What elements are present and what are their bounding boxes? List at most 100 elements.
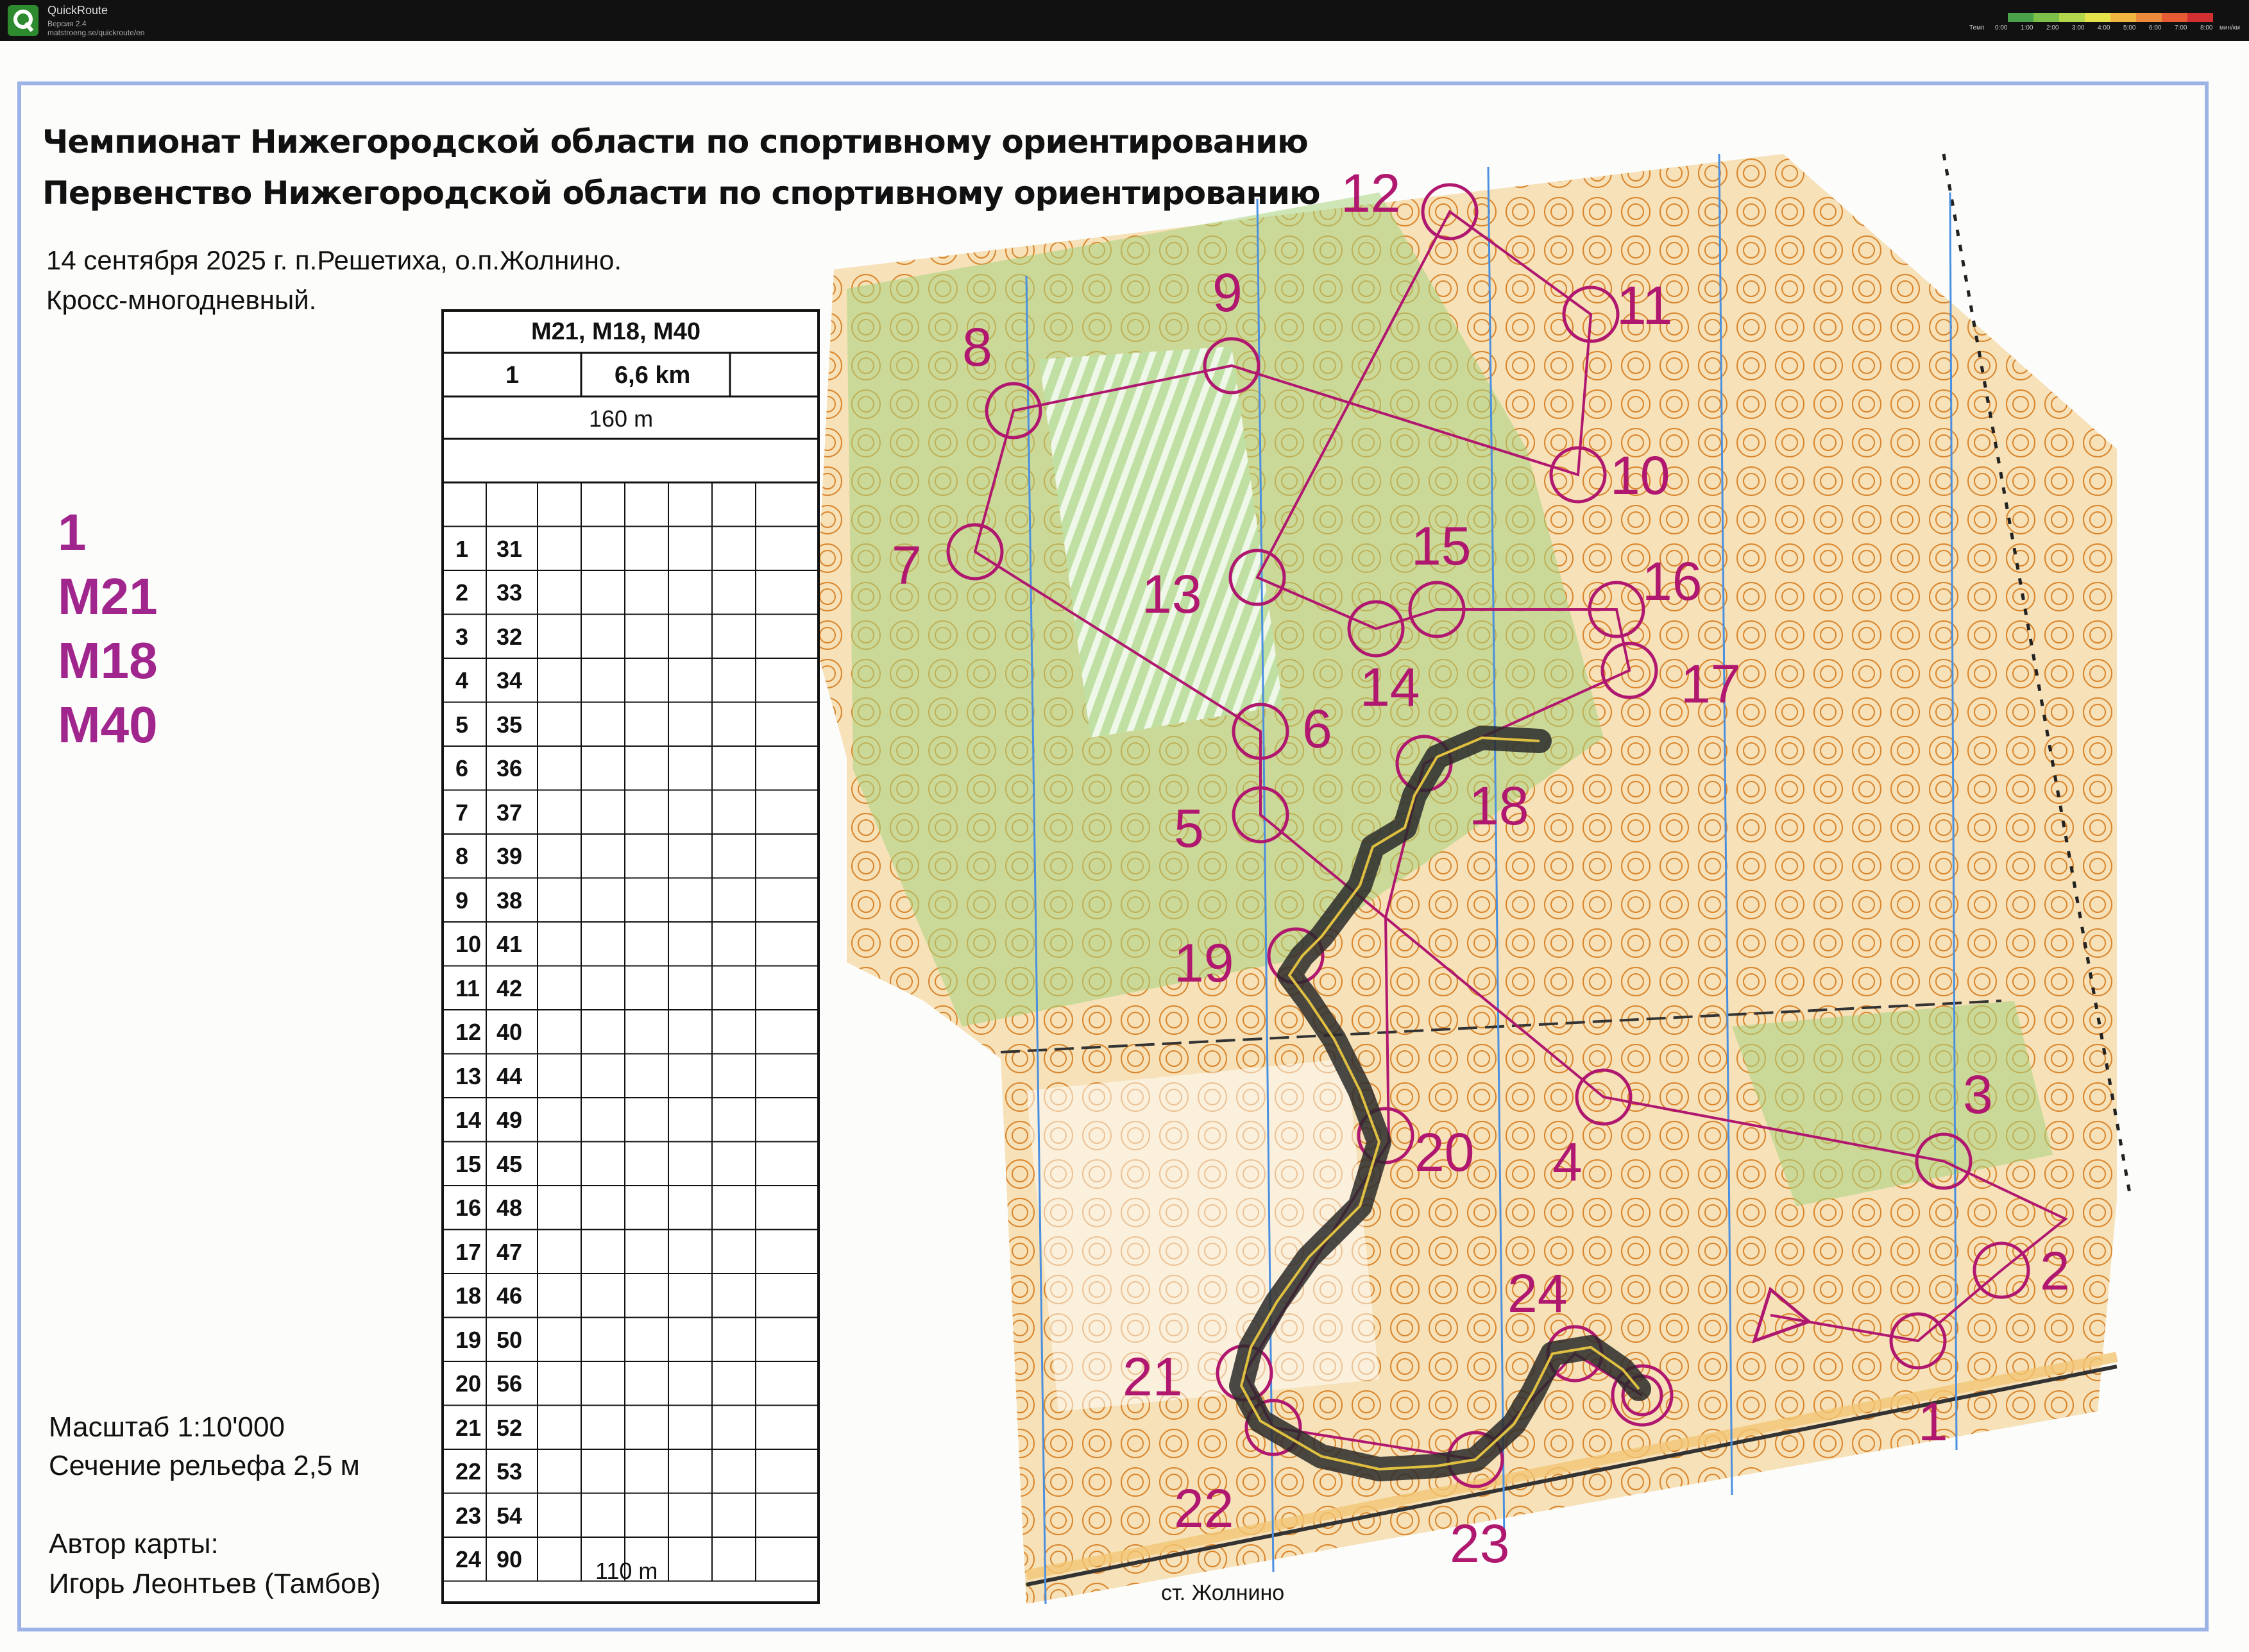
contour-interval: Сечение рельефа 2,5 м — [49, 1450, 360, 1481]
course-class: M21 — [58, 568, 158, 625]
control-code: 46 — [496, 1282, 523, 1309]
control-code: 52 — [496, 1414, 523, 1441]
control-seq-number: 14 — [455, 1107, 482, 1133]
control-number-21: 21 — [1123, 1347, 1182, 1407]
control-number-4: 4 — [1552, 1132, 1583, 1192]
control-seq-number: 9 — [455, 887, 469, 914]
pace-label: Темп — [1969, 24, 1985, 31]
quickroute-q-icon — [8, 5, 38, 36]
title-line-1: Чемпионат Нижегородской области по спорт… — [42, 123, 1309, 160]
control-code: 40 — [496, 1019, 523, 1045]
control-description-table: M21, M18, M40 1 6,6 km 160 m 110 m 1 31 2 3… — [441, 309, 820, 1604]
control-seq-number: 13 — [455, 1062, 482, 1089]
control-code: 45 — [496, 1150, 523, 1177]
control-number-23: 23 — [1450, 1513, 1509, 1574]
description-course-length: 6,6 km — [615, 362, 691, 389]
control-seq-number: 20 — [455, 1370, 482, 1397]
control-seq-number: 2 — [455, 579, 469, 606]
control-number-2: 2 — [2040, 1241, 2070, 1301]
control-code: 48 — [496, 1195, 523, 1221]
control-code: 56 — [496, 1370, 523, 1397]
pace-tick: 6:00 — [2149, 24, 2162, 31]
pace-tick: 2:00 — [2046, 24, 2059, 31]
app-header: QuickRoute Версия 2.4 matstroeng.se/quic… — [0, 0, 2249, 41]
control-code: 36 — [496, 755, 523, 781]
control-code: 53 — [496, 1458, 523, 1485]
author-name: Игорь Леонтьев (Тамбов) — [49, 1568, 381, 1599]
control-code: 38 — [496, 887, 523, 914]
start-distance: 160 m — [589, 405, 654, 432]
control-number-20: 20 — [1414, 1122, 1474, 1182]
control-number-16: 16 — [1642, 551, 1702, 611]
control-number-13: 13 — [1142, 564, 1201, 624]
title-line-2: Первенство Нижегородской области по спор… — [42, 175, 1321, 212]
control-number-18: 18 — [1469, 776, 1529, 836]
control-code: 44 — [496, 1062, 523, 1089]
control-code: 31 — [496, 535, 523, 562]
control-number-10: 10 — [1610, 445, 1670, 506]
pace-tick: 7:00 — [2175, 24, 2187, 31]
control-seq-number: 6 — [455, 755, 469, 781]
control-seq-number: 8 — [455, 843, 469, 869]
control-number-24: 24 — [1507, 1263, 1567, 1324]
pace-tick: 8:00 — [2200, 24, 2213, 31]
control-number-14: 14 — [1360, 657, 1420, 717]
pace-tick: 5:00 — [2123, 24, 2136, 31]
app-url: matstroeng.se/quickroute/en — [47, 28, 145, 37]
control-seq-number: 24 — [455, 1546, 482, 1572]
control-number-15: 15 — [1411, 516, 1471, 576]
pace-tick: 0:00 — [1995, 24, 2008, 31]
pace-tick: 1:00 — [2021, 24, 2033, 31]
control-seq-number: 7 — [455, 799, 469, 826]
control-number-6: 6 — [1302, 699, 1332, 759]
app-version: Версия 2.4 — [47, 19, 87, 28]
control-code: 37 — [496, 799, 523, 826]
control-number-19: 19 — [1174, 933, 1234, 993]
control-seq-number: 18 — [455, 1282, 482, 1309]
control-seq-number: 4 — [455, 667, 469, 694]
control-number-9: 9 — [1212, 262, 1243, 323]
course-class: M40 — [58, 696, 158, 753]
control-code: 35 — [496, 711, 523, 738]
control-seq-number: 23 — [455, 1502, 482, 1529]
control-seq-number: 17 — [455, 1238, 482, 1265]
app-title: QuickRoute — [47, 4, 108, 17]
event-date-line: 14 сентября 2025 г. п.Решетиха, о.п.Жолн… — [46, 245, 622, 275]
course-class: M18 — [58, 632, 158, 689]
control-number-22: 22 — [1174, 1478, 1234, 1538]
control-code: 39 — [496, 843, 523, 869]
course-number: 1 — [58, 504, 87, 561]
pace-tick: 4:00 — [2098, 24, 2110, 31]
control-number-8: 8 — [962, 317, 992, 377]
control-code: 41 — [496, 931, 523, 957]
control-code: 33 — [496, 579, 523, 606]
control-number-1: 1 — [1918, 1392, 1948, 1452]
control-number-11: 11 — [1617, 275, 1672, 336]
control-number-3: 3 — [1963, 1064, 1993, 1125]
control-seq-number: 12 — [455, 1019, 482, 1045]
control-code: 47 — [496, 1238, 523, 1265]
control-number-12: 12 — [1341, 163, 1400, 223]
control-seq-number: 15 — [455, 1150, 482, 1177]
control-seq-number: 5 — [455, 711, 469, 738]
control-code: 50 — [496, 1326, 523, 1353]
control-code: 49 — [496, 1107, 523, 1133]
control-seq-number: 1 — [455, 535, 469, 562]
author-label: Автор карты: — [49, 1528, 219, 1560]
map-canvas[interactable]: 1 2 3 4 5 6 7 8 9 10 11 12 13 14 15 16 1… — [0, 41, 2249, 1652]
event-format-line: Кросс-многодневный. — [46, 285, 317, 315]
pace-tick: мин/км — [2219, 24, 2241, 31]
description-course-number: 1 — [505, 362, 520, 389]
control-seq-number: 3 — [455, 623, 469, 650]
control-code: 90 — [496, 1546, 523, 1572]
control-seq-number: 19 — [455, 1326, 482, 1353]
control-seq-number: 21 — [455, 1414, 482, 1441]
orienteering-map: 1 2 3 4 5 6 7 8 9 10 11 12 13 14 15 16 1… — [17, 81, 2209, 1631]
control-number-5: 5 — [1174, 798, 1204, 858]
control-number-7: 7 — [892, 535, 922, 595]
control-seq-number: 22 — [455, 1458, 482, 1485]
station-label: ст. Жолнино — [1161, 1581, 1285, 1605]
control-seq-number: 10 — [455, 931, 482, 957]
control-code: 34 — [496, 667, 523, 694]
control-number-17: 17 — [1681, 654, 1740, 714]
